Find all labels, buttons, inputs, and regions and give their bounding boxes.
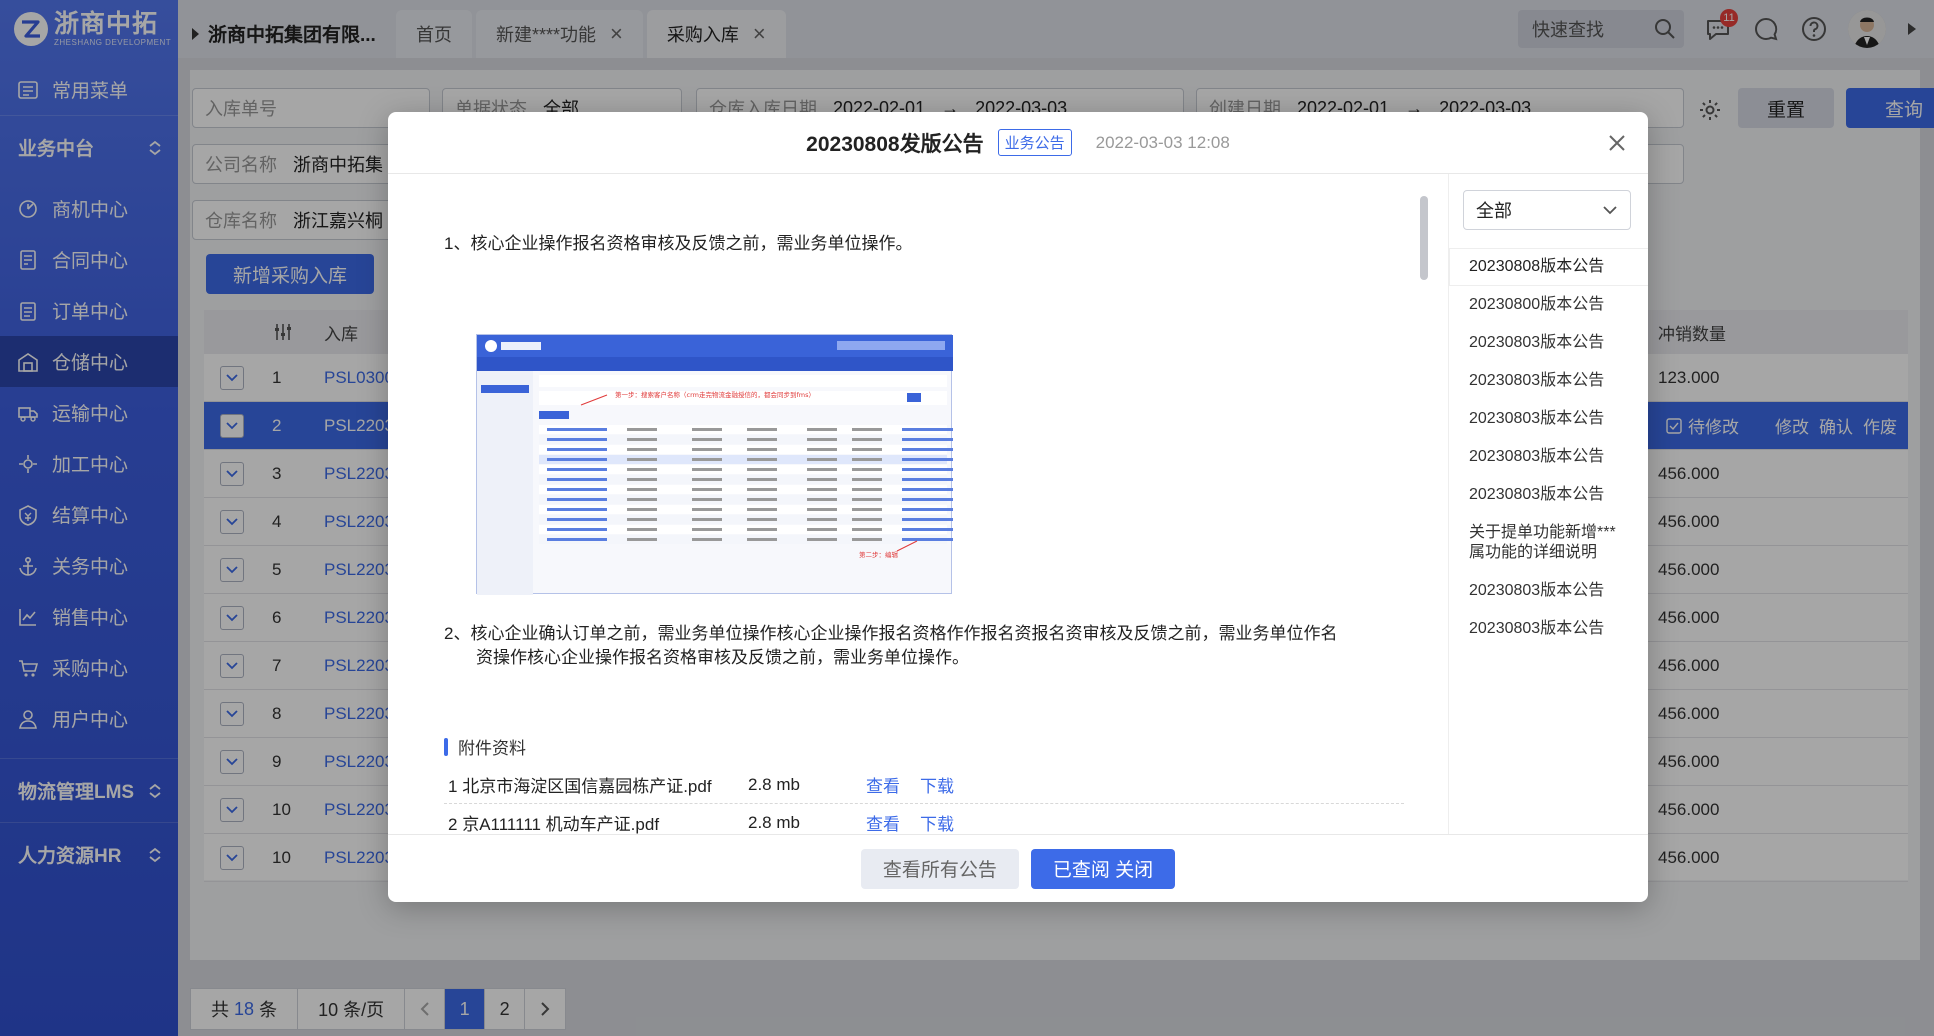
announcement-list: 20230808版本公告 20230800版本公告 20230803版本公告 2023… (1449, 248, 1648, 648)
attachment-row: 2 京A111111 机动车产证.pdf 2.8 mb 查看 下载 (444, 804, 1404, 835)
chevron-down-icon (1603, 206, 1617, 215)
announcement-list-item[interactable]: 20230803版本公告 (1449, 610, 1648, 648)
announcement-date: 2022-03-03 12:08 (1095, 132, 1230, 152)
screenshot-thumbnail-image: 第一步：搜索客户名称（crm走完物流金融授信的，都会同步到fms） 第二步：编辑 (477, 335, 953, 595)
attachment-filename: 京A111111 机动车产证.pdf (462, 815, 660, 834)
attachment-row: 1 北京市海淀区国信嘉园栋产证.pdf 2.8 mb 查看 下载 (444, 766, 1404, 804)
announcement-list-item[interactable]: 20230808版本公告 (1449, 248, 1648, 286)
attachments-title: 附件资料 (444, 734, 526, 759)
announcement-sidebar: 全部 20230808版本公告 20230800版本公告 20230803版本公告 2… (1448, 174, 1648, 834)
attachment-name: 1 北京市海淀区国信嘉园栋产证.pdf (444, 772, 748, 797)
attachment-index: 2 (448, 815, 458, 834)
attachment-size: 2.8 mb (748, 812, 800, 832)
mark-read-close-button[interactable]: 已查阅 关闭 (1030, 848, 1176, 889)
attachment-name: 2 京A111111 机动车产证.pdf (444, 810, 748, 834)
section-bar (444, 737, 448, 756)
filter-value: 全部 (1476, 201, 1512, 221)
announcement-type-tag: 业务公告 (997, 129, 1072, 156)
announcement-list-item[interactable]: 关于提单功能新增***属功能的详细说明 (1449, 514, 1648, 572)
paragraph-2-line-2: 资操作核心企业操作报名资格审核及反馈之前，需业务单位操作。 (476, 648, 969, 667)
preview-annotation-step1: 第一步：搜索客户名称（crm走完物流金融授信的，都会同步到fms） (615, 390, 815, 399)
announcement-list-item[interactable]: 20230800版本公告 (1449, 286, 1648, 324)
announcement-list-item[interactable]: 20230803版本公告 (1449, 438, 1648, 476)
modal-footer: 查看所有公告 已查阅 关闭 (388, 834, 1648, 902)
content-scrollbar[interactable] (1420, 196, 1428, 816)
scrollbar-thumb[interactable] (1420, 196, 1428, 280)
announcement-paragraph-2: 2、核心企业确认订单之前，需业务单位操作核心企业操作报名资格作作报名资报名资审核… (444, 622, 1404, 670)
announcement-list-item[interactable]: 20230803版本公告 (1449, 572, 1648, 610)
attachment-index: 1 (448, 777, 458, 796)
view-all-announcements-button[interactable]: 查看所有公告 (860, 848, 1019, 889)
download-attachment-link[interactable]: 下载 (920, 772, 954, 797)
attachment-size: 2.8 mb (748, 774, 800, 794)
announcement-list-item[interactable]: 20230803版本公告 (1449, 400, 1648, 438)
modal-title: 20230808发版公告 (806, 132, 984, 156)
attachment-filename: 北京市海淀区国信嘉园栋产证.pdf (462, 777, 712, 796)
announcement-list-item[interactable]: 20230803版本公告 (1449, 324, 1648, 362)
view-attachment-link[interactable]: 查看 (866, 810, 900, 834)
announcement-modal: 20230808发版公告 业务公告 2022-03-03 12:08 1、核心企… (388, 112, 1648, 902)
announcement-paragraph-1: 1、核心企业操作报名资格审核及反馈之前，需业务单位操作。 (444, 234, 913, 253)
view-attachment-link[interactable]: 查看 (866, 772, 900, 797)
close-icon[interactable] (1606, 132, 1628, 154)
paragraph-2-line-1: 2、核心企业确认订单之前，需业务单位操作核心企业操作报名资格作作报名资报名资审核… (444, 624, 1338, 643)
announcement-content: 1、核心企业操作报名资格审核及反馈之前，需业务单位操作。 第一步：搜索客户名称（… (388, 174, 1448, 834)
preview-annotation-step2: 第二步：编辑 (859, 550, 899, 559)
download-attachment-link[interactable]: 下载 (920, 810, 954, 834)
announcement-filter-select[interactable]: 全部 (1463, 190, 1631, 230)
attachments-title-text: 附件资料 (458, 739, 526, 758)
announcement-list-item[interactable]: 20230803版本公告 (1449, 476, 1648, 514)
screenshot-preview[interactable]: 第一步：搜索客户名称（crm走完物流金融授信的，都会同步到fms） 第二步：编辑 (476, 334, 953, 595)
announcement-list-item[interactable]: 20230803版本公告 (1449, 362, 1648, 400)
modal-header: 20230808发版公告 业务公告 2022-03-03 12:08 (388, 112, 1648, 174)
